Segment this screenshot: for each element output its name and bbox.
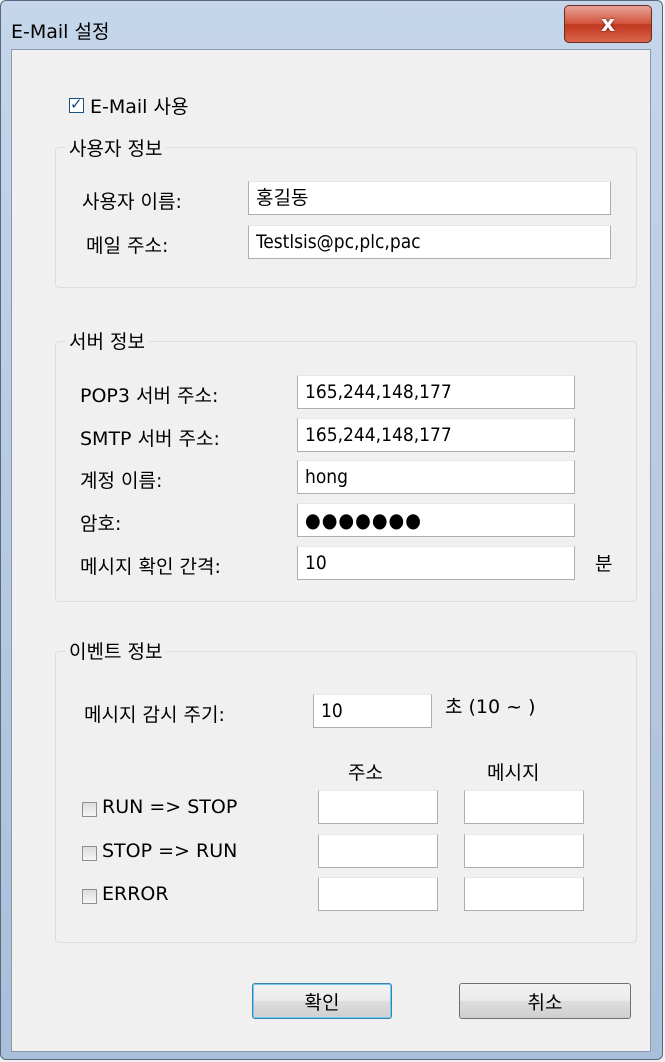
- use-email-checkbox[interactable]: [69, 95, 84, 113]
- account-name-input[interactable]: hong: [297, 460, 575, 494]
- email-address-label: 메일 주소:: [86, 235, 169, 257]
- run-stop-address-input[interactable]: [318, 790, 438, 824]
- address-column-header: 주소: [348, 762, 383, 784]
- password-input[interactable]: ●●●●●●●: [297, 503, 575, 537]
- event-info-title: 이벤트 정보: [65, 637, 167, 664]
- pop3-label: POP3 서버 주소:: [80, 385, 219, 407]
- title-bar[interactable]: E-Mail 설정 x: [1, 1, 662, 49]
- error-label: ERROR: [102, 883, 169, 905]
- monitor-period-input[interactable]: 10: [313, 694, 432, 728]
- email-address-input[interactable]: Testlsis@pc,plc,pac: [248, 225, 611, 259]
- user-info-title: 사용자 정보: [65, 134, 167, 161]
- user-name-label: 사용자 이름:: [82, 191, 182, 213]
- pop3-input[interactable]: 165,244,148,177: [297, 375, 575, 409]
- cancel-button[interactable]: 취소: [459, 983, 631, 1019]
- monitor-period-unit: 초 (10 ~ ): [445, 696, 536, 718]
- stop-run-label: STOP => RUN: [102, 840, 238, 862]
- ok-button[interactable]: 확인: [252, 983, 392, 1019]
- stop-run-checkbox[interactable]: [82, 846, 97, 861]
- server-info-title: 서버 정보: [65, 327, 149, 354]
- email-settings-window: E-Mail 설정 x E-Mail 사용 사용자 정보 사용자 이름: 홍길동…: [0, 0, 663, 1060]
- interval-label: 메시지 확인 간격:: [80, 556, 221, 578]
- error-checkbox[interactable]: [82, 889, 97, 904]
- error-address-input[interactable]: [318, 877, 438, 911]
- window-title: E-Mail 설정: [11, 21, 110, 43]
- run-stop-checkbox[interactable]: [82, 802, 97, 817]
- error-message-input[interactable]: [464, 877, 584, 911]
- use-email-label: E-Mail 사용: [90, 96, 189, 118]
- user-name-input[interactable]: 홍길동: [248, 181, 611, 215]
- smtp-label: SMTP 서버 주소:: [80, 428, 220, 450]
- close-icon: x: [600, 11, 616, 37]
- monitor-period-label: 메시지 감시 주기:: [84, 704, 225, 726]
- smtp-input[interactable]: 165,244,148,177: [297, 418, 575, 452]
- user-info-group: [55, 147, 637, 288]
- password-label: 암호:: [80, 513, 122, 535]
- dialog-body: E-Mail 사용 사용자 정보 사용자 이름: 홍길동 메일 주소: Test…: [11, 49, 651, 1052]
- stop-run-address-input[interactable]: [318, 834, 438, 868]
- account-name-label: 계정 이름:: [80, 470, 163, 492]
- close-button[interactable]: x: [564, 5, 652, 43]
- stop-run-message-input[interactable]: [464, 834, 584, 868]
- interval-input[interactable]: 10: [297, 546, 575, 580]
- run-stop-label: RUN => STOP: [102, 796, 238, 818]
- run-stop-message-input[interactable]: [464, 790, 584, 824]
- interval-unit: 분: [595, 553, 613, 575]
- message-column-header: 메시지: [487, 762, 540, 784]
